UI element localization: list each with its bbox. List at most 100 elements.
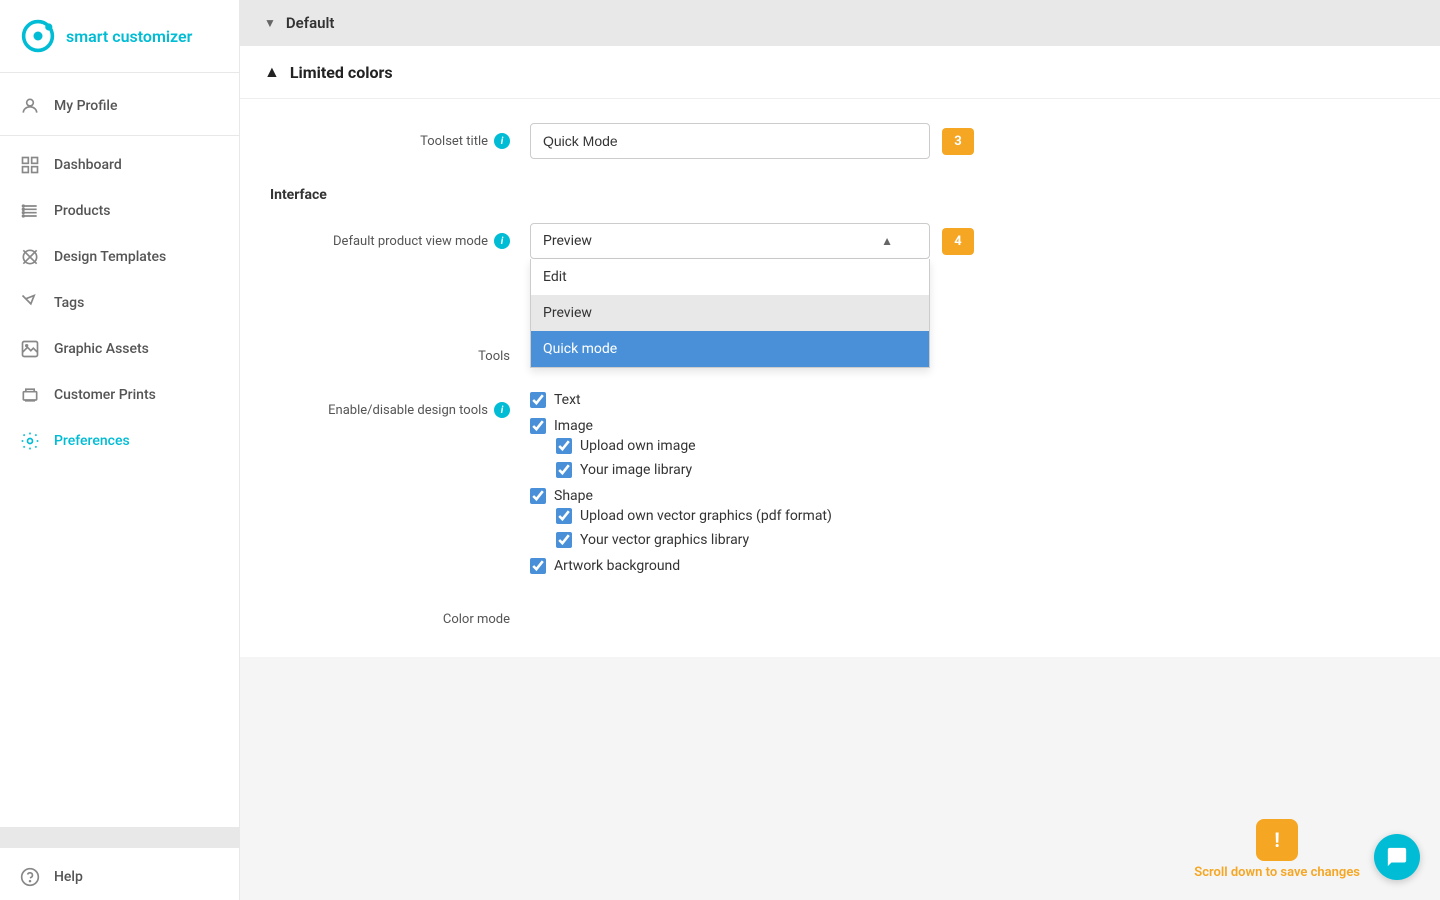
color-mode-label-area: Color mode xyxy=(270,602,530,627)
checkbox-shape-label: Shape xyxy=(554,488,593,504)
chat-button[interactable] xyxy=(1374,834,1420,880)
checkbox-shape: Shape xyxy=(530,488,832,504)
sidebar-item-design-templates[interactable]: Design Templates xyxy=(0,234,239,280)
toolset-title-row: Toolset title i 3 xyxy=(270,123,1410,159)
view-mode-badge: 4 xyxy=(942,228,974,255)
help-icon xyxy=(20,867,40,887)
toolset-title-control-area: 3 xyxy=(530,123,1410,159)
sidebar-tags-label: Tags xyxy=(54,295,84,311)
sidebar-item-graphic-assets[interactable]: Graphic Assets xyxy=(0,326,239,372)
dashboard-icon xyxy=(20,155,40,175)
checkbox-shape-input[interactable] xyxy=(530,488,546,504)
tools-label-area: Tools xyxy=(270,339,530,364)
toolset-title-label-area: Toolset title i xyxy=(270,123,530,149)
toolset-title-input[interactable] xyxy=(530,123,930,159)
sidebar-nav: My Profile Dashboard Products Design Tem… xyxy=(0,73,239,821)
checkbox-vector-library-input[interactable] xyxy=(556,532,572,548)
view-mode-row: Default product view mode i Preview ▲ Ed… xyxy=(270,223,1410,259)
default-section-label: Default xyxy=(286,14,335,32)
checkbox-image-library-input[interactable] xyxy=(556,462,572,478)
limited-colors-label: Limited colors xyxy=(290,63,393,82)
sidebar-customer-prints-label: Customer Prints xyxy=(54,387,156,403)
design-templates-icon xyxy=(20,247,40,267)
view-mode-option-edit[interactable]: Edit xyxy=(531,259,929,295)
toolset-title-label: Toolset title xyxy=(420,134,488,149)
graphic-assets-icon xyxy=(20,339,40,359)
color-mode-label: Color mode xyxy=(443,612,510,627)
view-mode-option-quickmode[interactable]: Quick mode xyxy=(531,331,929,367)
tools-checkbox-group: Text Image Upload own image xyxy=(530,392,832,574)
sidebar-item-preferences[interactable]: Preferences xyxy=(0,418,239,464)
view-mode-dropdown: Edit Preview Quick mode xyxy=(530,259,930,368)
customer-prints-icon xyxy=(20,385,40,405)
checkbox-artwork: Artwork background xyxy=(530,558,832,574)
default-section-header[interactable]: ▼ Default xyxy=(240,0,1440,46)
products-icon xyxy=(20,201,40,221)
view-mode-selected-value: Preview xyxy=(543,233,592,249)
checkbox-artwork-label: Artwork background xyxy=(554,558,680,574)
checkbox-image: Image xyxy=(530,418,832,434)
view-mode-info-icon[interactable]: i xyxy=(494,233,510,249)
tags-icon xyxy=(20,293,40,313)
logo-icon xyxy=(20,18,56,54)
checkbox-image-group: Image Upload own image Your image librar… xyxy=(530,418,832,478)
sidebar-item-customer-prints[interactable]: Customer Prints xyxy=(0,372,239,418)
view-mode-label-area: Default product view mode i xyxy=(270,223,530,249)
select-arrow-icon: ▲ xyxy=(881,234,893,248)
view-mode-option-preview[interactable]: Preview xyxy=(531,295,929,331)
checkbox-upload-image-label: Upload own image xyxy=(580,438,696,454)
sidebar-item-profile[interactable]: My Profile xyxy=(0,83,239,129)
checkbox-text-label: Text xyxy=(554,392,581,408)
sidebar-graphic-assets-label: Graphic Assets xyxy=(54,341,149,357)
tools-label: Tools xyxy=(478,349,510,364)
checkbox-vector-library-label: Your vector graphics library xyxy=(580,532,749,548)
checkbox-image-children: Upload own image Your image library xyxy=(556,438,832,478)
chat-icon xyxy=(1386,846,1408,868)
default-chevron-icon: ▼ xyxy=(264,16,276,30)
toolset-title-badge: 3 xyxy=(942,128,974,155)
checkbox-image-library-label: Your image library xyxy=(580,462,692,478)
enable-tools-label-area: Enable/disable design tools i xyxy=(270,392,530,418)
sidebar-profile-label: My Profile xyxy=(54,98,117,114)
checkbox-upload-image-input[interactable] xyxy=(556,438,572,454)
nav-divider-1 xyxy=(0,135,239,136)
checkbox-image-input[interactable] xyxy=(530,418,546,434)
view-mode-select-display[interactable]: Preview ▲ xyxy=(530,223,930,259)
preferences-icon xyxy=(20,431,40,451)
view-mode-select-wrapper: Preview ▲ Edit Preview Quick mode xyxy=(530,223,930,259)
enable-tools-control-area: Text Image Upload own image xyxy=(530,392,1410,574)
sidebar-item-tags[interactable]: Tags xyxy=(0,280,239,326)
sidebar-dashboard-label: Dashboard xyxy=(54,157,122,173)
checkbox-artwork-input[interactable] xyxy=(530,558,546,574)
limited-colors-header[interactable]: ▲ Limited colors xyxy=(240,46,1440,99)
checkbox-upload-vector-input[interactable] xyxy=(556,508,572,524)
sidebar-bottom-divider xyxy=(0,827,239,848)
toolset-title-info-icon[interactable]: i xyxy=(494,133,510,149)
scroll-notice-text: Scroll down to save changes xyxy=(1194,865,1360,880)
interface-label: Interface xyxy=(270,187,1410,203)
profile-icon xyxy=(20,96,40,116)
checkbox-upload-vector: Upload own vector graphics (pdf format) xyxy=(556,508,832,524)
checkbox-upload-vector-label: Upload own vector graphics (pdf format) xyxy=(580,508,832,524)
sidebar-preferences-label: Preferences xyxy=(54,433,130,449)
enable-tools-info-icon[interactable]: i xyxy=(494,402,510,418)
checkbox-text: Text xyxy=(530,392,832,408)
checkbox-shape-group: Shape Upload own vector graphics (pdf fo… xyxy=(530,488,832,548)
sidebar-item-products[interactable]: Products xyxy=(0,188,239,234)
checkbox-image-library: Your image library xyxy=(556,462,832,478)
checkbox-image-label: Image xyxy=(554,418,593,434)
enable-tools-row: Enable/disable design tools i Text Image xyxy=(270,392,1410,574)
limited-colors-chevron-icon: ▲ xyxy=(264,62,280,82)
sidebar-item-help[interactable]: Help xyxy=(0,854,239,900)
enable-tools-label: Enable/disable design tools xyxy=(328,403,488,418)
checkbox-shape-children: Upload own vector graphics (pdf format) … xyxy=(556,508,832,548)
view-mode-label: Default product view mode xyxy=(333,234,488,249)
sidebar-design-templates-label: Design Templates xyxy=(54,249,166,265)
sidebar-item-dashboard[interactable]: Dashboard xyxy=(0,142,239,188)
checkbox-vector-library: Your vector graphics library xyxy=(556,532,832,548)
checkbox-text-input[interactable] xyxy=(530,392,546,408)
main-content: ▼ Default ▲ Limited colors Toolset title… xyxy=(240,0,1440,900)
checkbox-upload-image: Upload own image xyxy=(556,438,832,454)
logo-area: smart customizer xyxy=(0,0,239,73)
logo-text: smart customizer xyxy=(66,27,192,46)
